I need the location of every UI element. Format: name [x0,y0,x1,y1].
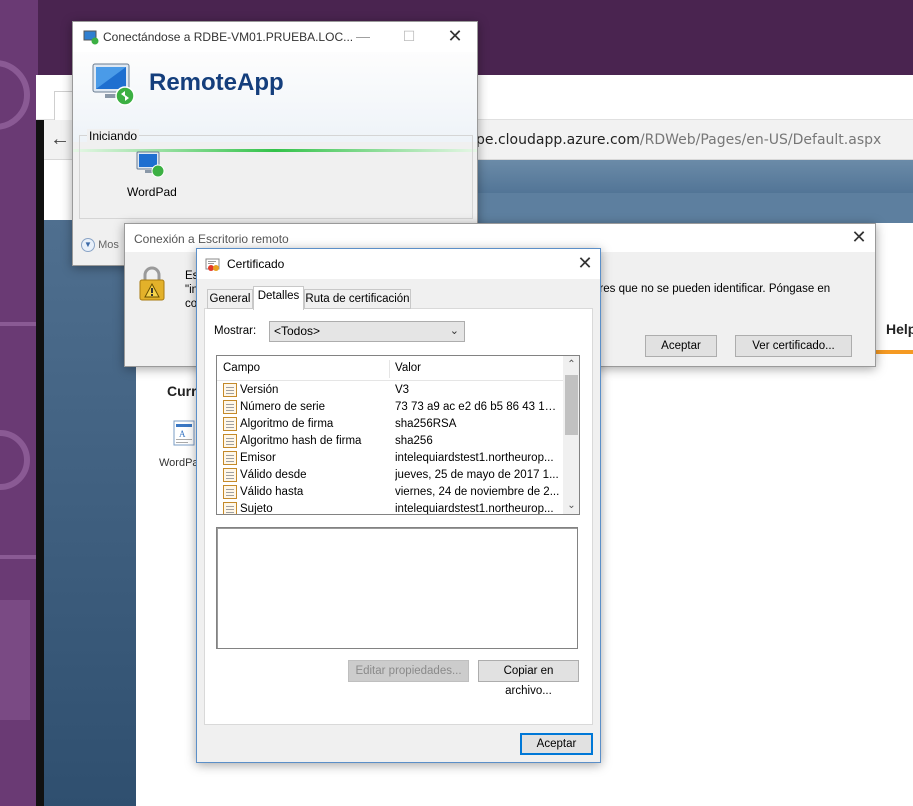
tab-details[interactable]: Detalles [253,286,304,310]
view-certificate-button[interactable]: Ver certificado... [735,335,852,357]
field-icon [223,502,237,514]
field-name: Válido hasta [240,486,304,498]
remoteapp-titlebar: Conectándose a RDBE-VM01.PRUEBA.LOC... —… [73,22,477,52]
remoteapp-window-title: Conectándose a RDBE-VM01.PRUEBA.LOC... [103,30,354,44]
address-bar[interactable]: pe.cloudapp.azure.com/RDWeb/Pages/en-US/… [476,132,881,148]
field-name: Emisor [240,452,276,464]
tab-general[interactable]: General [207,289,253,309]
page-background [44,220,136,806]
column-separator[interactable] [389,360,390,378]
scrollbar-thumb[interactable] [565,375,578,435]
back-arrow-icon[interactable]: ← [50,128,70,151]
fields-list-header: Campo Valor [217,356,563,381]
wordpad-app-label[interactable]: WordPa [159,457,199,469]
remoteapp-heading: RemoteApp [149,69,284,96]
list-item[interactable]: Emisor intelequiardstest1.northeurop... [217,450,563,467]
show-filter-value: <Todos> [274,324,321,338]
field-value: viernes, 24 de noviembre de 2... [395,486,560,498]
fields-list-scrollbar[interactable]: ⌃ ⌄ [563,356,579,514]
certificate-icon [205,258,220,271]
certificate-titlebar: Certificado ✕ [197,249,600,279]
minimize-icon[interactable]: — [351,26,375,46]
certificate-dialog: Certificado ✕ General Detalles Ruta de c… [196,248,601,763]
accept-button[interactable]: Aceptar [645,335,717,357]
chevron-down-icon: ⌄ [449,325,459,337]
close-icon[interactable]: ✕ [847,227,871,247]
rdp-warning-title: Conexión a Escritorio remoto [134,232,289,246]
field-icon [223,468,237,482]
fields-list[interactable]: Campo Valor Versión V3 Número de serie 73 … [216,355,580,515]
field-value: intelequiardstest1.northeurop... [395,452,554,464]
field-detail-box[interactable] [216,527,578,649]
url-host: pe.cloudapp.azure.com [476,132,640,148]
field-name: Algoritmo de firma [240,418,334,430]
remoteapp-monitor-icon [92,63,135,106]
column-header-value[interactable]: Valor [395,362,421,374]
scroll-down-icon[interactable]: ⌄ [563,497,579,514]
current-folder-heading: Curr [167,383,197,399]
field-name: Número de serie [240,401,326,413]
show-filter-select[interactable]: <Todos> ⌄ [269,321,465,342]
show-details-label: Mos [98,238,119,251]
scroll-up-icon[interactable]: ⌃ [563,356,579,373]
maximize-icon[interactable]: ☐ [397,26,421,46]
edit-properties-button[interactable]: Editar propiedades... [348,660,469,682]
show-label: Mostrar: [214,325,257,337]
field-icon [223,400,237,414]
field-value: jueves, 25 de mayo de 2017 1... [395,469,559,481]
tab-cert-path[interactable]: Ruta de certificación [304,289,411,309]
list-item[interactable]: Algoritmo de firma sha256RSA [217,416,563,433]
help-link[interactable]: Help [886,321,913,337]
field-icon [223,485,237,499]
list-item[interactable]: Número de serie 73 73 a9 ac e2 d6 b5 86 4… [217,399,563,416]
list-item[interactable]: Sujeto intelequiardstest1.northeurop... [217,501,563,515]
field-icon [223,383,237,397]
list-item[interactable]: Válido hasta viernes, 24 de noviembre de … [217,484,563,501]
show-details-toggle[interactable]: ▼ Mos [81,238,119,252]
close-icon[interactable]: ✕ [573,253,597,273]
field-icon [223,417,237,431]
copy-to-file-button[interactable]: Copiar en archivo... [478,660,579,697]
starting-group-label: Iniciando [87,129,140,143]
certificate-window-title: Certificado [227,257,285,271]
desktop-wallpaper-left [0,0,38,806]
field-icon [223,451,237,465]
remoteapp-app-name: WordPad [127,185,177,199]
close-icon[interactable]: ✕ [443,26,467,46]
field-name: Algoritmo hash de firma [240,435,362,447]
field-value: sha256 [395,435,433,447]
url-path: /RDWeb/Pages/en-US/Default.aspx [639,132,882,148]
field-name: Versión [240,384,279,396]
wordpad-icon[interactable]: A [173,420,197,446]
wordpad-remote-icon [136,151,165,178]
list-item[interactable]: Algoritmo hash de firma sha256 [217,433,563,450]
accept-button[interactable]: Aceptar [520,733,593,755]
field-icon [223,434,237,448]
warning-text-right: ores que no se pueden identificar. Pónga… [593,283,831,295]
svg-text:A: A [179,429,186,439]
lock-warning-icon [139,266,165,301]
chevron-down-icon[interactable]: ▼ [81,238,95,252]
field-value: V3 [395,384,410,396]
list-item[interactable]: Versión V3 [217,382,563,399]
field-name: Válido desde [240,469,307,481]
field-value: 73 73 a9 ac e2 d6 b5 86 43 1d... [395,401,560,413]
field-value: sha256RSA [395,418,457,430]
browser-edge [36,120,44,806]
help-underline [876,350,913,354]
field-name: Sujeto [240,503,273,515]
field-value: intelequiardstest1.northeurop... [395,503,554,515]
remote-desktop-icon [83,30,99,45]
column-header-field[interactable]: Campo [223,362,260,374]
list-item[interactable]: Válido desde jueves, 25 de mayo de 2017 1… [217,467,563,484]
